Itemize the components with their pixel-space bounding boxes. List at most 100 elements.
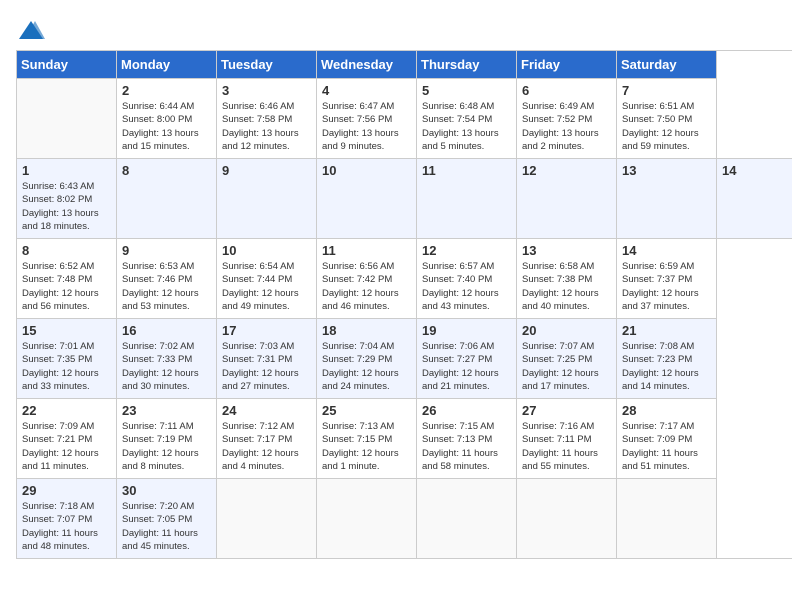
day-info: Sunrise: 7:11 AM Sunset: 7:19 PM Dayligh… bbox=[122, 420, 211, 473]
calendar-cell: 12 Sunrise: 6:57 AM Sunset: 7:40 PM Dayli… bbox=[417, 239, 517, 319]
column-header-sunday: Sunday bbox=[17, 51, 117, 79]
calendar-cell: 21 Sunrise: 7:08 AM Sunset: 7:23 PM Dayli… bbox=[617, 319, 717, 399]
calendar-cell: 18 Sunrise: 7:04 AM Sunset: 7:29 PM Dayli… bbox=[317, 319, 417, 399]
calendar-table: SundayMondayTuesdayWednesdayThursdayFrid… bbox=[16, 50, 792, 559]
calendar-cell: 26 Sunrise: 7:15 AM Sunset: 7:13 PM Dayli… bbox=[417, 399, 517, 479]
day-number: 13 bbox=[622, 163, 711, 178]
day-info: Sunrise: 6:56 AM Sunset: 7:42 PM Dayligh… bbox=[322, 260, 411, 313]
calendar-cell: 22Sunrise: 7:09 AM Sunset: 7:21 PM Dayli… bbox=[17, 399, 117, 479]
calendar-cell: 14 Sunrise: 6:59 AM Sunset: 7:37 PM Dayli… bbox=[617, 239, 717, 319]
day-number: 9 bbox=[122, 243, 211, 258]
day-info: Sunrise: 7:02 AM Sunset: 7:33 PM Dayligh… bbox=[122, 340, 211, 393]
day-number: 11 bbox=[322, 243, 411, 258]
day-number: 8 bbox=[22, 243, 111, 258]
column-header-thursday: Thursday bbox=[417, 51, 517, 79]
logo-icon bbox=[17, 19, 45, 41]
calendar-cell: 9 bbox=[217, 159, 317, 239]
day-info: Sunrise: 7:07 AM Sunset: 7:25 PM Dayligh… bbox=[522, 340, 611, 393]
day-number: 15 bbox=[22, 323, 111, 338]
day-info: Sunrise: 7:04 AM Sunset: 7:29 PM Dayligh… bbox=[322, 340, 411, 393]
calendar-cell bbox=[17, 79, 117, 159]
calendar-cell: 13 Sunrise: 6:58 AM Sunset: 7:38 PM Dayli… bbox=[517, 239, 617, 319]
day-info: Sunrise: 7:18 AM Sunset: 7:07 PM Dayligh… bbox=[22, 500, 111, 553]
calendar-cell: 30 Sunrise: 7:20 AM Sunset: 7:05 PM Dayli… bbox=[117, 479, 217, 559]
calendar-cell: 11 Sunrise: 6:56 AM Sunset: 7:42 PM Dayli… bbox=[317, 239, 417, 319]
calendar-week-row: 1Sunrise: 6:43 AM Sunset: 8:02 PM Daylig… bbox=[17, 159, 792, 239]
calendar-cell: 6 Sunrise: 6:49 AM Sunset: 7:52 PM Daylig… bbox=[517, 79, 617, 159]
day-number: 6 bbox=[522, 83, 611, 98]
calendar-cell: 5Sunrise: 6:48 AM Sunset: 7:54 PM Daylig… bbox=[417, 79, 517, 159]
calendar-cell: 8 Sunrise: 6:52 AM Sunset: 7:48 PM Daylig… bbox=[17, 239, 117, 319]
day-info: Sunrise: 6:46 AM Sunset: 7:58 PM Dayligh… bbox=[222, 100, 311, 153]
day-number: 13 bbox=[522, 243, 611, 258]
calendar-cell: 4Sunrise: 6:47 AM Sunset: 7:56 PM Daylig… bbox=[317, 79, 417, 159]
calendar-cell: 9Sunrise: 6:53 AM Sunset: 7:46 PM Daylig… bbox=[117, 239, 217, 319]
day-number: 14 bbox=[722, 163, 792, 178]
column-header-wednesday: Wednesday bbox=[317, 51, 417, 79]
day-number: 8 bbox=[122, 163, 211, 178]
page-header bbox=[16, 16, 776, 38]
calendar-cell: 20Sunrise: 7:07 AM Sunset: 7:25 PM Dayli… bbox=[517, 319, 617, 399]
calendar-cell: 28Sunrise: 7:17 AM Sunset: 7:09 PM Dayli… bbox=[617, 399, 717, 479]
day-number: 25 bbox=[322, 403, 411, 418]
day-info: Sunrise: 6:43 AM Sunset: 8:02 PM Dayligh… bbox=[22, 180, 111, 233]
day-number: 30 bbox=[122, 483, 211, 498]
calendar-header-row: SundayMondayTuesdayWednesdayThursdayFrid… bbox=[17, 51, 792, 79]
calendar-cell: 24Sunrise: 7:12 AM Sunset: 7:17 PM Dayli… bbox=[217, 399, 317, 479]
calendar-cell bbox=[217, 479, 317, 559]
day-info: Sunrise: 6:47 AM Sunset: 7:56 PM Dayligh… bbox=[322, 100, 411, 153]
day-number: 22 bbox=[22, 403, 111, 418]
calendar-cell: 7Sunrise: 6:51 AM Sunset: 7:50 PM Daylig… bbox=[617, 79, 717, 159]
day-number: 24 bbox=[222, 403, 311, 418]
day-info: Sunrise: 7:20 AM Sunset: 7:05 PM Dayligh… bbox=[122, 500, 211, 553]
day-number: 5 bbox=[422, 83, 511, 98]
day-info: Sunrise: 6:51 AM Sunset: 7:50 PM Dayligh… bbox=[622, 100, 711, 153]
day-info: Sunrise: 6:57 AM Sunset: 7:40 PM Dayligh… bbox=[422, 260, 511, 313]
day-number: 12 bbox=[422, 243, 511, 258]
day-info: Sunrise: 7:01 AM Sunset: 7:35 PM Dayligh… bbox=[22, 340, 111, 393]
calendar-cell: 11 bbox=[417, 159, 517, 239]
day-number: 19 bbox=[422, 323, 511, 338]
day-number: 2 bbox=[122, 83, 211, 98]
day-number: 18 bbox=[322, 323, 411, 338]
calendar-cell: 15 Sunrise: 7:01 AM Sunset: 7:35 PM Dayli… bbox=[17, 319, 117, 399]
calendar-cell: 27 Sunrise: 7:16 AM Sunset: 7:11 PM Dayli… bbox=[517, 399, 617, 479]
logo bbox=[16, 16, 46, 38]
calendar-cell: 2Sunrise: 6:44 AM Sunset: 8:00 PM Daylig… bbox=[117, 79, 217, 159]
day-info: Sunrise: 6:49 AM Sunset: 7:52 PM Dayligh… bbox=[522, 100, 611, 153]
calendar-week-row: 2Sunrise: 6:44 AM Sunset: 8:00 PM Daylig… bbox=[17, 79, 792, 159]
day-info: Sunrise: 7:08 AM Sunset: 7:23 PM Dayligh… bbox=[622, 340, 711, 393]
day-info: Sunrise: 7:15 AM Sunset: 7:13 PM Dayligh… bbox=[422, 420, 511, 473]
calendar-week-row: 15 Sunrise: 7:01 AM Sunset: 7:35 PM Dayli… bbox=[17, 319, 792, 399]
day-number: 10 bbox=[322, 163, 411, 178]
day-number: 21 bbox=[622, 323, 711, 338]
calendar-cell: 25Sunrise: 7:13 AM Sunset: 7:15 PM Dayli… bbox=[317, 399, 417, 479]
day-info: Sunrise: 6:58 AM Sunset: 7:38 PM Dayligh… bbox=[522, 260, 611, 313]
calendar-cell bbox=[517, 479, 617, 559]
day-info: Sunrise: 7:16 AM Sunset: 7:11 PM Dayligh… bbox=[522, 420, 611, 473]
day-number: 10 bbox=[222, 243, 311, 258]
calendar-cell bbox=[317, 479, 417, 559]
calendar-week-row: 8 Sunrise: 6:52 AM Sunset: 7:48 PM Daylig… bbox=[17, 239, 792, 319]
calendar-cell: 13 bbox=[617, 159, 717, 239]
calendar-week-row: 22Sunrise: 7:09 AM Sunset: 7:21 PM Dayli… bbox=[17, 399, 792, 479]
day-number: 12 bbox=[522, 163, 611, 178]
logo-text bbox=[16, 16, 46, 42]
calendar-cell: 12 bbox=[517, 159, 617, 239]
day-number: 3 bbox=[222, 83, 311, 98]
calendar-cell: 29 Sunrise: 7:18 AM Sunset: 7:07 PM Dayli… bbox=[17, 479, 117, 559]
day-number: 9 bbox=[222, 163, 311, 178]
day-info: Sunrise: 6:52 AM Sunset: 7:48 PM Dayligh… bbox=[22, 260, 111, 313]
day-number: 23 bbox=[122, 403, 211, 418]
day-number: 29 bbox=[22, 483, 111, 498]
column-header-saturday: Saturday bbox=[617, 51, 717, 79]
day-number: 14 bbox=[622, 243, 711, 258]
day-number: 28 bbox=[622, 403, 711, 418]
column-header-friday: Friday bbox=[517, 51, 617, 79]
day-number: 27 bbox=[522, 403, 611, 418]
calendar-cell: 23 Sunrise: 7:11 AM Sunset: 7:19 PM Dayli… bbox=[117, 399, 217, 479]
day-info: Sunrise: 7:03 AM Sunset: 7:31 PM Dayligh… bbox=[222, 340, 311, 393]
calendar-cell: 1Sunrise: 6:43 AM Sunset: 8:02 PM Daylig… bbox=[17, 159, 117, 239]
day-info: Sunrise: 6:59 AM Sunset: 7:37 PM Dayligh… bbox=[622, 260, 711, 313]
day-number: 26 bbox=[422, 403, 511, 418]
